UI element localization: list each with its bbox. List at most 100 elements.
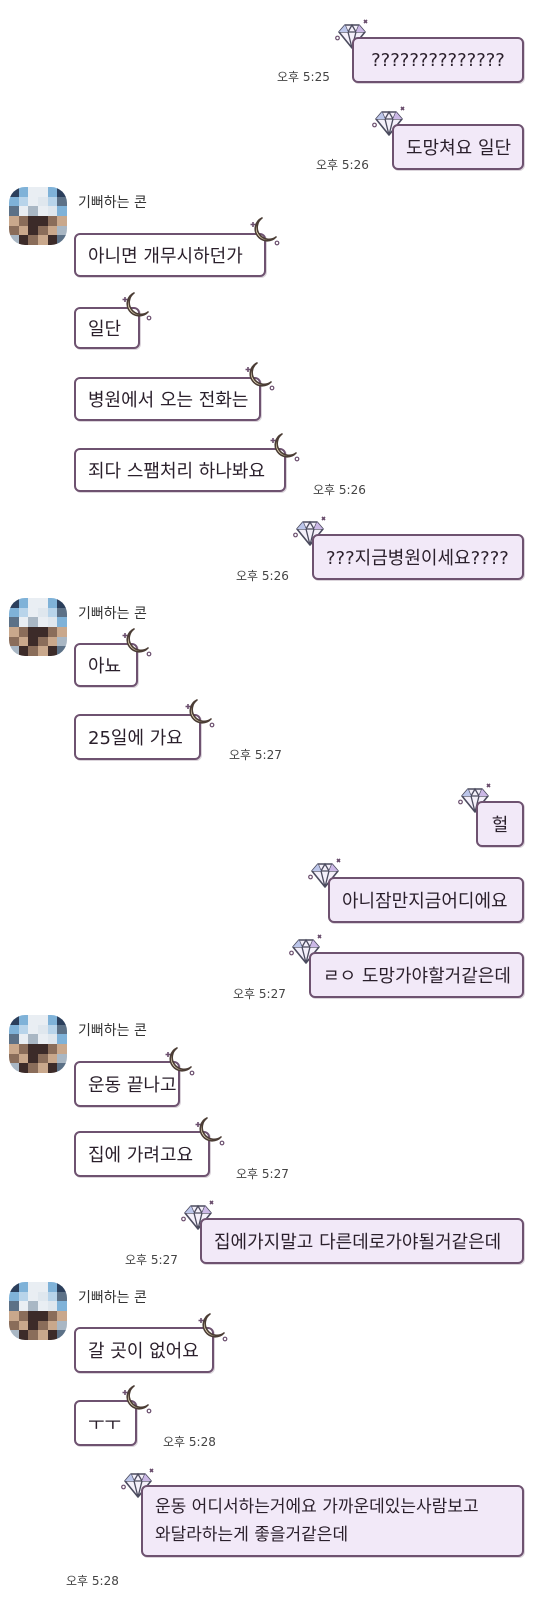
avatar-pixel [38,1330,48,1340]
message-line: 운동 어디서하는거에요 가까운데있는사람보고 [155,1497,479,1517]
message-bubble[interactable]: 운동 어디서하는거에요 가까운데있는사람보고 와달라하는게 좋을거같은데 [141,1485,524,1557]
message-timestamp: 오후 5:26 [236,569,289,583]
avatar-pixel [9,607,19,618]
avatar-pixel [9,1282,19,1292]
avatar-pixel [18,1320,29,1331]
message-timestamp: 오후 5:25 [277,70,330,84]
avatar-pixel [18,187,29,197]
avatar-pixel [47,1015,58,1025]
avatar-pixel [57,1044,67,1054]
avatar-pixel [9,225,19,236]
avatar-pixel [57,1034,67,1044]
message-bubble[interactable]: 도망쳐요 일단 [392,124,524,170]
avatar-pixel [38,1034,48,1044]
avatar-pixel [38,206,48,216]
avatar-pixel [28,1282,38,1292]
avatar-pixel [18,235,29,245]
avatar-pixel [28,607,38,618]
avatar-pixel [28,1053,38,1064]
message-bubble[interactable]: 아니면 개무시하던가 [74,233,266,277]
avatar-pixel [28,187,38,197]
moon-icon [120,288,154,322]
message-bubble[interactable]: ㄹㅇ 도망가야할거같은데 [309,952,524,998]
moon-icon [183,695,217,729]
avatar-pixel [57,1330,67,1340]
avatar-pixel [28,235,38,245]
avatar-pixel [38,1301,48,1311]
avatar-pixel [38,1291,48,1302]
contact-name: 기뻐하는 콘 [78,195,147,211]
avatar[interactable] [9,1282,67,1340]
avatar[interactable] [9,187,67,245]
avatar-pixel [28,206,38,216]
avatar-pixel [28,1330,38,1340]
contact-name: 기뻐하는 콘 [78,606,147,622]
avatar-pixel [9,1053,19,1064]
message-bubble[interactable]: 25일에 가요 [74,714,201,760]
avatar-pixel [38,187,48,197]
avatar-pixel [28,1063,38,1073]
message-bubble[interactable]: 집에 가려고요 [74,1131,210,1177]
avatar-pixel [9,216,19,226]
avatar-pixel [38,1024,48,1035]
avatar[interactable] [9,1015,67,1073]
avatar-pixel [9,646,19,656]
avatar-pixel [18,1053,29,1064]
avatar-pixel [9,1291,19,1302]
moon-icon [268,429,302,463]
avatar-pixel [38,1063,48,1073]
avatar-pixel [18,1034,29,1044]
avatar-pixel [28,636,38,647]
avatar-pixel [18,646,29,656]
avatar[interactable] [9,598,67,656]
avatar-pixel [57,216,67,226]
avatar-pixel [47,1291,58,1302]
avatar-pixel [47,187,58,197]
avatar-pixel [28,1320,38,1331]
message-bubble[interactable]: 병원에서 오는 전화는 [74,377,261,421]
message-timestamp: 오후 5:26 [313,483,366,497]
avatar-pixel [47,646,58,656]
message-timestamp: 오후 5:27 [233,987,286,1001]
avatar-pixel [28,598,38,608]
avatar-pixel [57,225,67,236]
moon-icon [248,213,282,247]
avatar-pixel [47,627,58,637]
avatar-pixel [57,1320,67,1331]
avatar-pixel [38,607,48,618]
avatar-pixel [47,1330,58,1340]
message-timestamp: 오후 5:28 [66,1574,119,1588]
avatar-pixel [9,617,19,627]
avatar-pixel [47,1044,58,1054]
message-timestamp: 오후 5:28 [163,1435,216,1449]
avatar-pixel [38,1015,48,1025]
avatar-pixel [57,1291,67,1302]
message-bubble[interactable]: ?????????????? [352,37,524,83]
avatar-pixel [18,1311,29,1321]
avatar-pixel [47,598,58,608]
contact-name: 기뻐하는 콘 [78,1023,147,1039]
moon-icon [193,1113,227,1147]
message-bubble[interactable]: 아니잠만지금어디에요 [328,877,524,923]
avatar-pixel [47,196,58,207]
avatar-pixel [57,646,67,656]
avatar-pixel [47,636,58,647]
avatar-pixel [47,1320,58,1331]
avatar-pixel [38,216,48,226]
avatar-pixel [28,627,38,637]
avatar-pixel [28,646,38,656]
avatar-pixel [57,1053,67,1064]
avatar-pixel [57,206,67,216]
avatar-pixel [9,598,19,608]
message-bubble[interactable]: 헐 [476,801,524,847]
message-bubble[interactable]: 갈 곳이 없어요 [74,1327,214,1373]
avatar-pixel [9,1301,19,1311]
avatar-pixel [9,636,19,647]
message-bubble[interactable]: 죄다 스팸처리 하나봐요 [74,448,286,492]
message-bubble[interactable]: ???지금병원이세요???? [312,534,524,580]
message-bubble[interactable]: 집에가지말고 다른데로가야될거같은데 [200,1218,524,1264]
avatar-pixel [18,1044,29,1054]
avatar-pixel [38,1282,48,1292]
avatar-pixel [28,196,38,207]
avatar-pixel [38,225,48,236]
